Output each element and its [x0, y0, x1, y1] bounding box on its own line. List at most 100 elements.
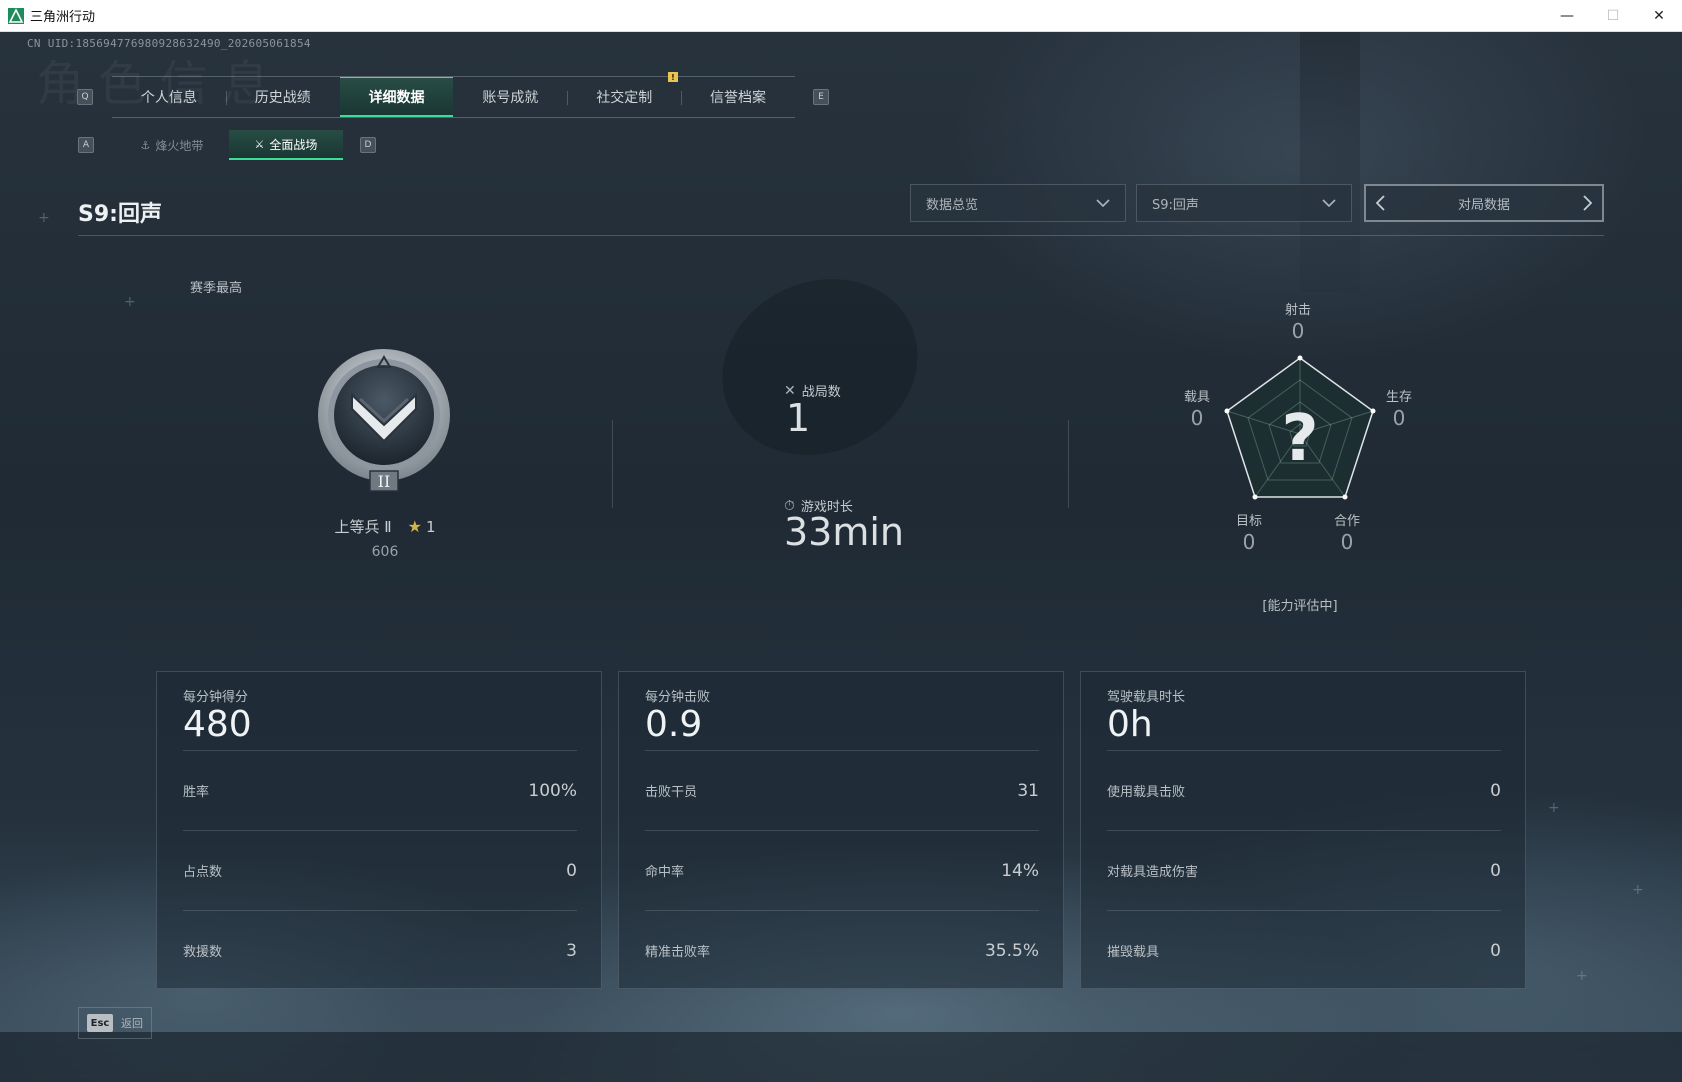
stat-row: 对载具造成伤害 0 [1107, 830, 1501, 910]
stat-value: 31 [1017, 780, 1039, 801]
header-divider [78, 235, 1604, 236]
section-divider [612, 420, 613, 508]
battlefield-icon: ⚔ [254, 137, 265, 151]
tab-achievements[interactable]: 账号成就 [453, 77, 567, 117]
crosshair-decoration: + [38, 210, 50, 226]
crosshair-decoration: + [1548, 800, 1560, 816]
card-head-value: 0h [1107, 704, 1153, 745]
window-titlebar: 三角洲行动 — ☐ ✕ [0, 0, 1682, 32]
season-best-label: 赛季最高 [190, 281, 243, 296]
radar-axis-label: 载具 [1183, 390, 1210, 405]
stat-label: 摧毁载具 [1107, 945, 1160, 960]
subtab-label: 全面战场 [269, 137, 318, 152]
dropdown-value: S9:回声 [1152, 197, 1199, 213]
dropdown-value: 数据总览 [926, 197, 979, 213]
prev-subtab-key[interactable]: A [78, 137, 94, 153]
radar-axis-label: 合作 [1333, 514, 1360, 529]
chevron-right-icon[interactable] [1580, 194, 1594, 212]
rank-title: 上等兵 Ⅱ [334, 518, 392, 536]
crosshair-decoration: + [1632, 882, 1644, 898]
stat-value: 0 [1490, 940, 1501, 961]
stat-label: 击败干员 [645, 785, 698, 800]
season-title: S9:回声 [78, 202, 162, 227]
mode-subtabs: ⚓ 烽火地带 ⚔ 全面战场 [115, 130, 343, 160]
crosshair-decoration: + [124, 294, 136, 310]
footer-bar [0, 1032, 1682, 1082]
stat-label: 对载具造成伤害 [1107, 865, 1199, 880]
stat-value: 0 [1490, 860, 1501, 881]
chevron-down-icon [1096, 199, 1110, 208]
stat-label: 精准击败率 [645, 945, 711, 960]
playtime-value: 33min [784, 510, 905, 554]
data-overview-dropdown[interactable]: 数据总览 [910, 184, 1126, 222]
crosshair-decoration: + [1576, 968, 1588, 984]
matches-value: 1 [786, 396, 811, 440]
stat-row: 摧毁载具 0 [1107, 910, 1501, 990]
background-radar-dish [693, 247, 947, 487]
card-head-label: 每分钟击败 [645, 690, 711, 705]
tab-personal-info[interactable]: 个人信息 [112, 77, 226, 117]
pager-label: 对局数据 [1457, 197, 1510, 213]
game-screen: 角色信息 + + + + + CN UID:185694776980928632… [0, 32, 1682, 1082]
radar-axis-value: 0 [1190, 406, 1204, 430]
radar-axis-value: 0 [1392, 406, 1406, 430]
stat-label: 胜率 [183, 785, 210, 800]
rank-name: 上等兵 Ⅱ ★ 1 [300, 516, 470, 537]
notification-badge: ! [668, 72, 678, 82]
rank-stars: 1 [425, 517, 436, 536]
subtab-hazard-zone[interactable]: ⚓ 烽火地带 [115, 130, 229, 160]
main-tabs: 个人信息 历史战绩 详细数据 账号成就 社交定制 信誉档案 [112, 76, 795, 118]
stat-row: 占点数 0 [183, 830, 577, 910]
radar-axis-value: 0 [1291, 319, 1305, 343]
ability-status: [能力评估中] [1262, 599, 1338, 614]
close-button[interactable]: ✕ [1636, 0, 1682, 31]
radar-axis-label: 射击 [1284, 303, 1311, 318]
score-stats-card: 每分钟得分 480 胜率 100% 占点数 0 救援数 3 [156, 671, 602, 989]
esc-key-icon: Esc [87, 1014, 113, 1032]
tab-match-history[interactable]: 历史战绩 [225, 77, 340, 117]
stat-label: 命中率 [645, 865, 685, 880]
back-label: 返回 [121, 1017, 143, 1030]
stat-value: 14% [1001, 860, 1039, 881]
next-subtab-key[interactable]: D [360, 137, 376, 153]
chevron-down-icon [1322, 199, 1336, 208]
season-dropdown[interactable]: S9:回声 [1136, 184, 1352, 222]
subtab-label: 烽火地带 [155, 138, 204, 153]
match-data-pager: 对局数据 [1364, 184, 1604, 222]
star-icon: ★ [407, 517, 422, 536]
card-head-value: 480 [183, 704, 252, 745]
minimize-button[interactable]: — [1544, 0, 1590, 31]
vehicle-stats-card: 驾驶载具时长 0h 使用载具击败 0 对载具造成伤害 0 摧毁载具 0 [1080, 671, 1526, 989]
back-button[interactable]: Esc 返回 [78, 1007, 152, 1039]
tab-detailed-data[interactable]: 详细数据 [339, 77, 454, 117]
prev-tab-key[interactable]: Q [77, 89, 93, 105]
window-title: 三角洲行动 [30, 10, 96, 25]
rank-score: 606 [371, 544, 399, 560]
stat-label: 救援数 [183, 945, 223, 960]
radar-axis-value: 0 [1242, 530, 1256, 554]
tab-credit-profile[interactable]: 信誉档案 [681, 77, 795, 117]
radar-axis-label: 目标 [1235, 514, 1262, 529]
rank-tier-numeral: II [378, 472, 391, 491]
subtab-full-battlefield[interactable]: ⚔ 全面战场 [229, 130, 343, 160]
combat-stats-card: 每分钟击败 0.9 击败干员 31 命中率 14% 精准击败率 35.5% [618, 671, 1064, 989]
maximize-button[interactable]: ☐ [1590, 0, 1636, 31]
tab-social-customization[interactable]: 社交定制 [567, 77, 681, 117]
stat-row: 胜率 100% [183, 750, 577, 830]
stat-value: 3 [566, 940, 577, 961]
stat-value: 0 [566, 860, 577, 881]
background-tower [1300, 32, 1360, 292]
card-head-label: 每分钟得分 [183, 690, 249, 705]
chevron-left-icon[interactable] [1374, 194, 1388, 212]
stat-value: 35.5% [984, 940, 1039, 961]
stat-row: 击败干员 31 [645, 750, 1039, 830]
next-tab-key[interactable]: E [813, 89, 829, 105]
stat-row: 救援数 3 [183, 910, 577, 990]
stat-row: 精准击败率 35.5% [645, 910, 1039, 990]
radar-axis-label: 生存 [1385, 390, 1412, 405]
card-head-value: 0.9 [645, 704, 703, 745]
stat-label: 使用载具击败 [1107, 785, 1186, 800]
stat-value: 0 [1490, 780, 1501, 801]
stat-row: 使用载具击败 0 [1107, 750, 1501, 830]
rank-badge-icon: II [318, 349, 450, 492]
